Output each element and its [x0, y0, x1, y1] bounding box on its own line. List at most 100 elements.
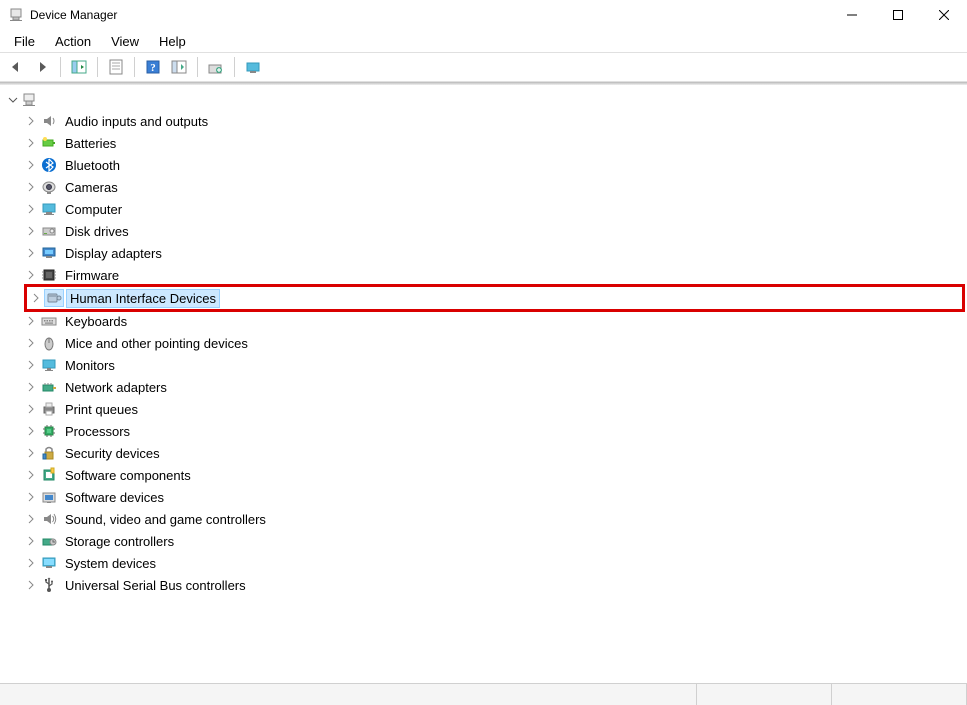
chevron-right-icon[interactable] [24, 180, 38, 194]
tree-item[interactable]: Firmware [24, 264, 965, 286]
keyboard-icon [40, 313, 58, 329]
chevron-right-icon[interactable] [24, 534, 38, 548]
computer-root-icon [20, 92, 38, 108]
statusbar-pane [0, 684, 697, 705]
tree-item-label: Firmware [62, 267, 122, 284]
window-controls [829, 0, 967, 30]
bluetooth-icon [40, 157, 58, 173]
processor-icon [40, 423, 58, 439]
expander-icon[interactable] [6, 93, 20, 107]
tree-root[interactable] [2, 90, 965, 110]
update-driver-button[interactable] [204, 55, 228, 79]
minimize-button[interactable] [829, 0, 875, 30]
tree-item[interactable]: Monitors [24, 354, 965, 376]
mouse-icon [40, 335, 58, 351]
show-hide-console-button[interactable] [67, 55, 91, 79]
system-icon [40, 555, 58, 571]
tree-item-label: Software devices [62, 489, 167, 506]
menu-help[interactable]: Help [149, 32, 196, 51]
firmware-icon [40, 267, 58, 283]
tree-item-label: System devices [62, 555, 159, 572]
chevron-right-icon[interactable] [24, 446, 38, 460]
security-icon [40, 445, 58, 461]
tree-item[interactable]: Processors [24, 420, 965, 442]
help-button[interactable]: ? [141, 55, 165, 79]
software-device-icon [40, 489, 58, 505]
tree-item[interactable]: Network adapters [24, 376, 965, 398]
tree-item-label: Universal Serial Bus controllers [62, 577, 249, 594]
chevron-right-icon[interactable] [24, 468, 38, 482]
menu-view[interactable]: View [101, 32, 149, 51]
usb-icon [40, 577, 58, 593]
properties-button[interactable] [104, 55, 128, 79]
chevron-right-icon[interactable] [24, 424, 38, 438]
tree-item[interactable]: Cameras [24, 176, 965, 198]
tree-item[interactable]: Disk drives [24, 220, 965, 242]
tree-item-label: Monitors [62, 357, 118, 374]
maximize-button[interactable] [875, 0, 921, 30]
chevron-right-icon[interactable] [24, 490, 38, 504]
tree-item-label: Display adapters [62, 245, 165, 262]
tree-item[interactable]: Sound, video and game controllers [24, 508, 965, 530]
device-tree[interactable]: Audio inputs and outputs Batteries Bluetoo… [0, 86, 967, 683]
chevron-right-icon[interactable] [24, 246, 38, 260]
chevron-right-icon[interactable] [24, 402, 38, 416]
chevron-right-icon[interactable] [24, 556, 38, 570]
tree-item[interactable]: Storage controllers [24, 530, 965, 552]
tree-item[interactable]: Computer [24, 198, 965, 220]
tree-item-label: Audio inputs and outputs [62, 113, 211, 130]
chevron-right-icon[interactable] [24, 358, 38, 372]
storage-icon [40, 533, 58, 549]
menubar: File Action View Help [0, 30, 967, 52]
tree-item[interactable]: Audio inputs and outputs [24, 110, 965, 132]
tree-item-label: Batteries [62, 135, 119, 152]
statusbar-pane [832, 684, 967, 705]
uninstall-device-button[interactable] [241, 55, 265, 79]
close-button[interactable] [921, 0, 967, 30]
menu-file[interactable]: File [4, 32, 45, 51]
chevron-right-icon[interactable] [24, 202, 38, 216]
chevron-right-icon[interactable] [24, 268, 38, 282]
tree-item[interactable]: Universal Serial Bus controllers [24, 574, 965, 596]
monitor-icon [40, 357, 58, 373]
tree-item[interactable]: Security devices [24, 442, 965, 464]
tree-item-label: Computer [62, 201, 125, 218]
menu-action[interactable]: Action [45, 32, 101, 51]
chevron-right-icon[interactable] [24, 512, 38, 526]
chevron-right-icon[interactable] [24, 136, 38, 150]
toolbar-separator [197, 57, 198, 77]
network-icon [40, 379, 58, 395]
tree-item[interactable]: Keyboards [24, 310, 965, 332]
chevron-right-icon[interactable] [24, 380, 38, 394]
tree-item-label: Disk drives [62, 223, 132, 240]
tree-item[interactable]: Batteries [24, 132, 965, 154]
back-button[interactable] [4, 55, 28, 79]
chevron-right-icon[interactable] [24, 314, 38, 328]
tree-item[interactable]: Software components [24, 464, 965, 486]
scan-hardware-button[interactable] [167, 55, 191, 79]
tree-item[interactable]: Bluetooth [24, 154, 965, 176]
chevron-right-icon[interactable] [24, 158, 38, 172]
forward-button[interactable] [30, 55, 54, 79]
tree-item-label: Sound, video and game controllers [62, 511, 269, 528]
tree-item[interactable]: Human Interface Devices [29, 288, 960, 308]
statusbar [0, 683, 967, 705]
chevron-right-icon[interactable] [24, 224, 38, 238]
chevron-right-icon[interactable] [24, 336, 38, 350]
tree-item[interactable]: Mice and other pointing devices [24, 332, 965, 354]
chevron-right-icon[interactable] [24, 114, 38, 128]
chevron-right-icon[interactable] [29, 291, 43, 305]
tree-item-label: Cameras [62, 179, 121, 196]
tree-item-label: Processors [62, 423, 133, 440]
chevron-right-icon[interactable] [24, 578, 38, 592]
toolbar-separator [134, 57, 135, 77]
app-icon [8, 7, 24, 23]
sound-icon [40, 511, 58, 527]
tree-item[interactable]: Display adapters [24, 242, 965, 264]
tree-item[interactable]: Print queues [24, 398, 965, 420]
toolbar-separator [60, 57, 61, 77]
statusbar-pane [697, 684, 832, 705]
tree-item[interactable]: Software devices [24, 486, 965, 508]
tree-item[interactable]: System devices [24, 552, 965, 574]
hid-icon [45, 290, 63, 306]
